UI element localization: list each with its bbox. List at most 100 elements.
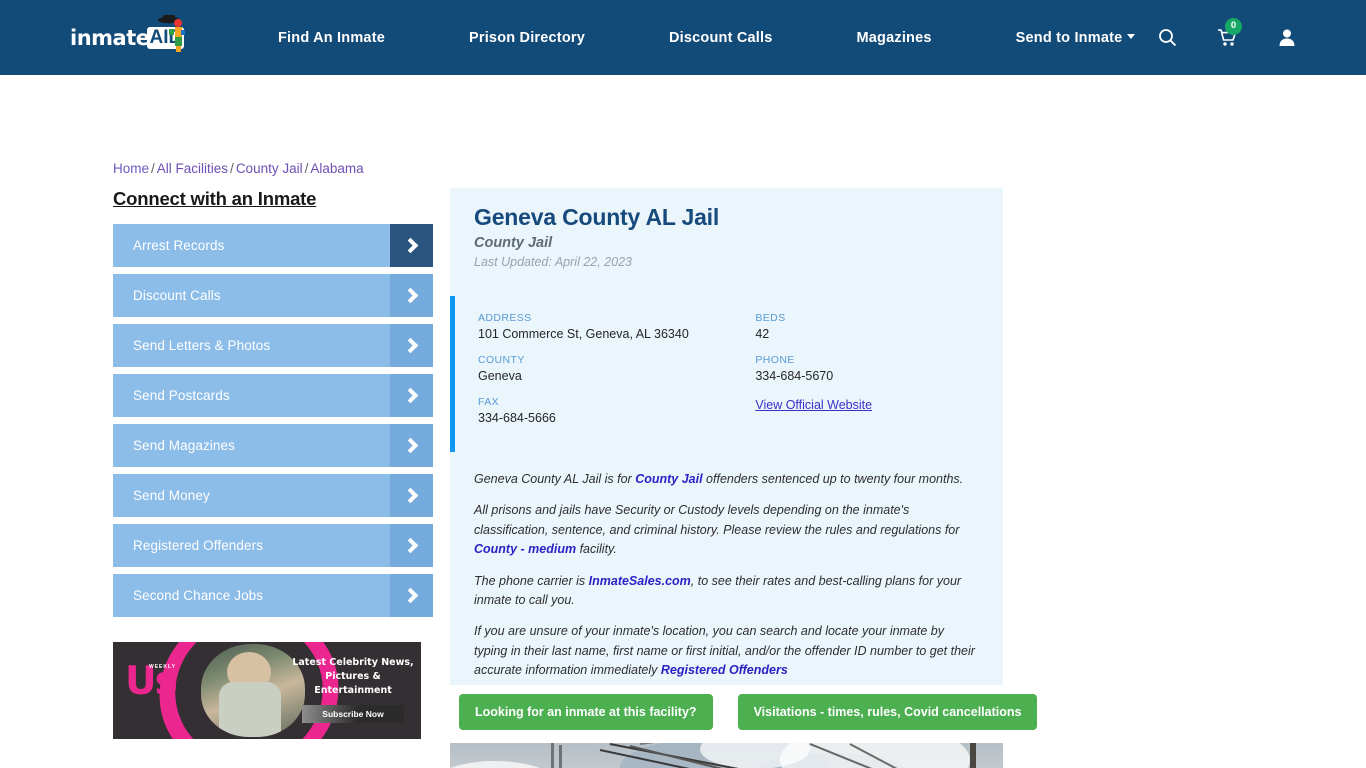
info-label: PHONE bbox=[755, 354, 795, 366]
info-label: BEDS bbox=[755, 312, 786, 324]
primary-nav-links: Find An Inmate Prison Directory Discount… bbox=[278, 30, 1136, 46]
breadcrumb-item-home[interactable]: Home bbox=[113, 161, 149, 176]
nav-item-discount-calls[interactable]: Discount Calls bbox=[669, 30, 773, 46]
ad-right-panel: Latest Celebrity News, Pictures & Entert… bbox=[291, 656, 415, 724]
last-updated-text: Last Updated: April 22, 2023 bbox=[474, 255, 632, 269]
chevron-right-icon bbox=[390, 574, 433, 617]
nav-label: Find An Inmate bbox=[278, 29, 385, 46]
info-label: ADDRESS bbox=[478, 312, 532, 324]
page-title: Geneva County AL Jail bbox=[474, 204, 720, 230]
nav-label: Prison Directory bbox=[468, 29, 585, 46]
logo-text: inmate bbox=[70, 25, 150, 50]
nav-item-magazines[interactable]: Magazines bbox=[857, 30, 932, 46]
sidebar-item-label: Arrest Records bbox=[133, 238, 225, 253]
cart-count-badge: 0 bbox=[1225, 17, 1242, 35]
sidebar: Connect with an Inmate Arrest Records Di… bbox=[113, 188, 433, 624]
inmate-mascot-icon bbox=[158, 14, 185, 52]
breadcrumb: Home / All Facilities / County Jail / Alabama bbox=[113, 161, 364, 176]
chevron-right-icon bbox=[390, 474, 433, 517]
info-item-phone: PHONE 334-684-5670 bbox=[755, 354, 1003, 383]
link-county-medium[interactable]: County - medium bbox=[474, 542, 576, 556]
user-account-icon[interactable] bbox=[1276, 27, 1298, 49]
nav-label: Discount Calls bbox=[669, 29, 773, 46]
description-paragraph-3: The phone carrier is InmateSales.com, to… bbox=[474, 572, 979, 611]
sidebar-item-label: Send Letters & Photos bbox=[133, 338, 271, 353]
link-inmatesales[interactable]: InmateSales.com bbox=[589, 574, 691, 588]
nav-label: Send to Inmate bbox=[1015, 29, 1123, 46]
sidebar-item-arrest-records[interactable]: Arrest Records bbox=[113, 224, 433, 267]
sidebar-item-label: Send Money bbox=[133, 488, 210, 503]
sidebar-item-discount-calls[interactable]: Discount Calls bbox=[113, 274, 433, 317]
nav-label: Magazines bbox=[856, 29, 932, 46]
chevron-right-icon bbox=[390, 324, 433, 367]
info-item-beds: BEDS 42 bbox=[755, 312, 1003, 341]
ad-brand-sub: WEEKLY bbox=[149, 664, 176, 670]
chevron-right-icon bbox=[390, 274, 433, 317]
info-label: FAX bbox=[478, 396, 500, 408]
desc-text: facility. bbox=[576, 542, 617, 557]
breadcrumb-item-alabama[interactable]: Alabama bbox=[310, 161, 363, 176]
ad-subscribe-button[interactable]: Subscribe Now bbox=[302, 705, 404, 724]
breadcrumb-item-county-jail[interactable]: County Jail bbox=[236, 161, 303, 176]
sidebar-heading: Connect with an Inmate bbox=[113, 188, 317, 209]
sidebar-item-registered-offenders[interactable]: Registered Offenders bbox=[113, 524, 433, 567]
desc-text: All prisons and jails have Security or C… bbox=[474, 503, 960, 537]
info-value: 42 bbox=[755, 327, 770, 341]
radio-tower bbox=[551, 743, 554, 768]
info-item-fax: FAX 334-684-5666 bbox=[478, 396, 755, 425]
description-paragraph-4: If you are unsure of your inmate's locat… bbox=[474, 622, 979, 680]
cart-icon[interactable]: 0 bbox=[1216, 17, 1242, 49]
facility-photo bbox=[450, 743, 1003, 768]
nav-item-find-an-inmate[interactable]: Find An Inmate bbox=[278, 30, 385, 46]
link-county-jail[interactable]: County Jail bbox=[635, 472, 702, 486]
nav-item-prison-directory[interactable]: Prison Directory bbox=[469, 30, 585, 46]
nav-item-send-to-inmate[interactable]: Send to Inmate bbox=[1016, 30, 1136, 46]
advertisement-banner[interactable]: Us WEEKLY Latest Celebrity News, Picture… bbox=[113, 642, 421, 739]
info-label: COUNTY bbox=[478, 354, 525, 366]
chevron-right-icon bbox=[390, 424, 433, 467]
info-value: 334-684-5670 bbox=[755, 369, 834, 383]
chevron-right-icon bbox=[390, 224, 433, 267]
sidebar-item-send-money[interactable]: Send Money bbox=[113, 474, 433, 517]
chevron-right-icon bbox=[390, 374, 433, 417]
sidebar-item-send-letters-photos[interactable]: Send Letters & Photos bbox=[113, 324, 433, 367]
breadcrumb-item-all-facilities[interactable]: All Facilities bbox=[157, 161, 228, 176]
facility-info-column-right: BEDS 42 PHONE 334-684-5670 View Official… bbox=[755, 312, 1003, 438]
info-value: 101 Commerce St, Geneva, AL 36340 bbox=[478, 327, 689, 341]
view-official-website-link[interactable]: View Official Website bbox=[755, 398, 872, 412]
facility-info-column-left: ADDRESS 101 Commerce St, Geneva, AL 3634… bbox=[478, 312, 755, 438]
desc-text: The phone carrier is bbox=[474, 573, 589, 588]
sidebar-item-label: Registered Offenders bbox=[133, 538, 264, 553]
description-paragraph-2: All prisons and jails have Security or C… bbox=[474, 501, 979, 559]
facility-header: Geneva County AL Jail County Jail Last U… bbox=[450, 188, 1003, 269]
breadcrumb-separator: / bbox=[230, 161, 234, 176]
info-item-county: COUNTY Geneva bbox=[478, 354, 755, 383]
nav-icon-group: 0 bbox=[1156, 17, 1298, 49]
site-logo[interactable]: inmate AID bbox=[70, 14, 200, 58]
info-item-official-website: View Official Website bbox=[755, 396, 1003, 414]
desc-text: offenders sentenced up to twenty four mo… bbox=[702, 472, 964, 486]
ad-photo bbox=[201, 644, 305, 737]
description-paragraph-1: Geneva County AL Jail is for County Jail… bbox=[474, 470, 979, 489]
desc-text: Geneva County AL Jail is for bbox=[474, 472, 636, 486]
facility-detail-card: Geneva County AL Jail County Jail Last U… bbox=[450, 188, 1003, 685]
link-registered-offenders[interactable]: Registered Offenders bbox=[661, 663, 788, 677]
breadcrumb-separator: / bbox=[151, 161, 155, 176]
visitations-info-button[interactable]: Visitations - times, rules, Covid cancel… bbox=[737, 694, 1038, 730]
sidebar-item-second-chance-jobs[interactable]: Second Chance Jobs bbox=[113, 574, 433, 617]
sidebar-item-send-magazines[interactable]: Send Magazines bbox=[113, 424, 433, 467]
chevron-right-icon bbox=[390, 524, 433, 567]
info-value: 334-684-5666 bbox=[478, 411, 556, 425]
sidebar-item-send-postcards[interactable]: Send Postcards bbox=[113, 374, 433, 417]
utility-pole-right bbox=[970, 743, 976, 768]
info-value: Geneva bbox=[478, 369, 522, 383]
ad-headline: Latest Celebrity News, Pictures & Entert… bbox=[292, 657, 414, 696]
cta-button-row: Looking for an inmate at this facility? … bbox=[459, 694, 1038, 730]
looking-for-inmate-button[interactable]: Looking for an inmate at this facility? bbox=[459, 694, 713, 730]
sidebar-item-label: Second Chance Jobs bbox=[133, 588, 264, 603]
info-item-address: ADDRESS 101 Commerce St, Geneva, AL 3634… bbox=[478, 312, 755, 341]
sidebar-item-label: Send Postcards bbox=[133, 388, 230, 403]
search-icon[interactable] bbox=[1156, 27, 1178, 49]
page-body: Home / All Facilities / County Jail / Alabama … bbox=[0, 75, 1366, 768]
accent-bar bbox=[450, 296, 455, 452]
